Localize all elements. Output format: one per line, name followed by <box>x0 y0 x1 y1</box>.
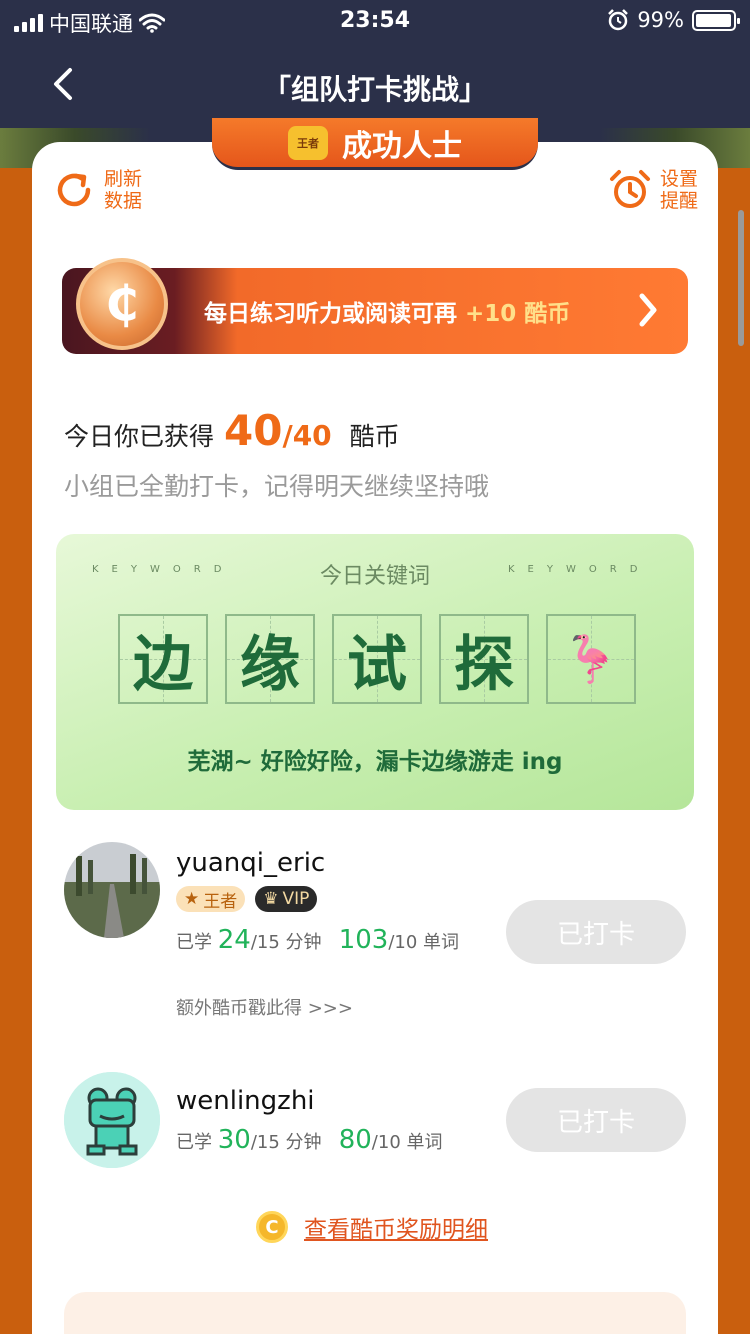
nav-bar: 「组队打卡挑战」 <box>0 44 750 128</box>
bottom-card <box>64 1292 686 1334</box>
detail-link-text: 查看酷币奖励明细 <box>304 1217 488 1243</box>
minutes-value: 24 <box>217 925 251 955</box>
achievement-banner: 王者 成功人士 <box>212 118 538 170</box>
refresh-label-1: 刷新 <box>104 168 143 190</box>
battery-icon <box>692 9 740 31</box>
avatar[interactable] <box>64 1072 160 1168</box>
coin-task-text: 每日练习听力或阅读可再 +10 酷币 <box>204 294 570 328</box>
keyword-char: 边 <box>118 614 208 704</box>
words-value: 80 <box>338 1125 372 1155</box>
keyword-caption: 芜湖~ 好险好险，漏卡边缘游走 ing <box>187 749 563 775</box>
flamingo-emoji: 🦩 <box>546 614 636 704</box>
chevron-right-icon <box>639 293 657 327</box>
reminder-button[interactable]: 设置 提醒 <box>608 168 702 212</box>
king-badge: ★ 王者 <box>176 886 246 912</box>
page-title: 「组队打卡挑战」 <box>262 73 487 106</box>
reminder-label-1: 设置 <box>660 168 699 190</box>
words-value: 103 <box>338 925 389 955</box>
refresh-label-2: 数据 <box>104 190 143 212</box>
coin-task-reward: +10 酷币 <box>465 301 571 327</box>
alarm-icon <box>608 9 629 31</box>
achievement-label: 成功人士 <box>342 128 462 164</box>
coin-task-banner[interactable]: ₵ 每日练习听力或阅读可再 +10 酷币 <box>62 258 688 354</box>
coin-reward-detail-link[interactable]: C 查看酷币奖励明细 <box>256 1210 488 1244</box>
earned-unit: 酷币 <box>349 422 400 451</box>
member-name: yuanqi_eric <box>176 848 326 878</box>
earned-subtitle: 小组已全勤打卡，记得明天继续坚持哦 <box>64 472 490 501</box>
earned-prefix: 今日你已获得 <box>64 422 215 451</box>
keyword-char: 缘 <box>225 614 315 704</box>
scrollbar[interactable] <box>738 210 744 346</box>
avatar[interactable] <box>64 842 160 938</box>
refresh-icon <box>57 173 91 207</box>
crown-icon: ♛ <box>263 889 279 909</box>
vip-badge: ♛ VIP <box>255 886 318 912</box>
status-bar: 中国联通 23:54 99% <box>0 0 750 44</box>
keyword-en-right: KEYWORD <box>508 564 651 575</box>
coin-icon: ₵ <box>76 258 168 350</box>
keyword-card: KEYWORD 今日关键词 KEYWORD 边 缘 试 探 🦩 芜湖~ 好险好险… <box>56 534 694 810</box>
keyword-char: 探 <box>439 614 529 704</box>
member-stats: 已学 24/15 分钟 103/10 单词 <box>176 925 460 955</box>
checked-in-button[interactable]: 已打卡 <box>506 1088 686 1152</box>
extra-coins-link[interactable]: 额外酷币戳此得 >>> <box>176 994 353 1020</box>
today-earned: 今日你已获得 40 /40 酷币 <box>64 406 400 455</box>
coin-icon: C <box>256 1211 288 1243</box>
battery-percent: 99% <box>637 8 684 32</box>
keyword-char: 试 <box>332 614 422 704</box>
earned-value: 40 <box>224 406 283 455</box>
keyword-chars: 边 缘 试 探 🦩 <box>118 614 636 704</box>
refresh-button[interactable]: 刷新 数据 <box>52 168 146 212</box>
earned-total: /40 <box>282 419 332 452</box>
coin-task-desc: 每日练习听力或阅读可再 <box>204 301 466 327</box>
alarm-clock-icon <box>610 170 650 208</box>
star-icon: ★ <box>184 889 200 909</box>
checked-in-button[interactable]: 已打卡 <box>506 900 686 964</box>
minutes-value: 30 <box>217 1125 251 1155</box>
reminder-label-2: 提醒 <box>660 190 699 212</box>
member-stats: 已学 30/15 分钟 80/10 单词 <box>176 1125 443 1155</box>
medal-icon: 王者 <box>288 125 328 160</box>
member-name: wenlingzhi <box>176 1086 315 1116</box>
